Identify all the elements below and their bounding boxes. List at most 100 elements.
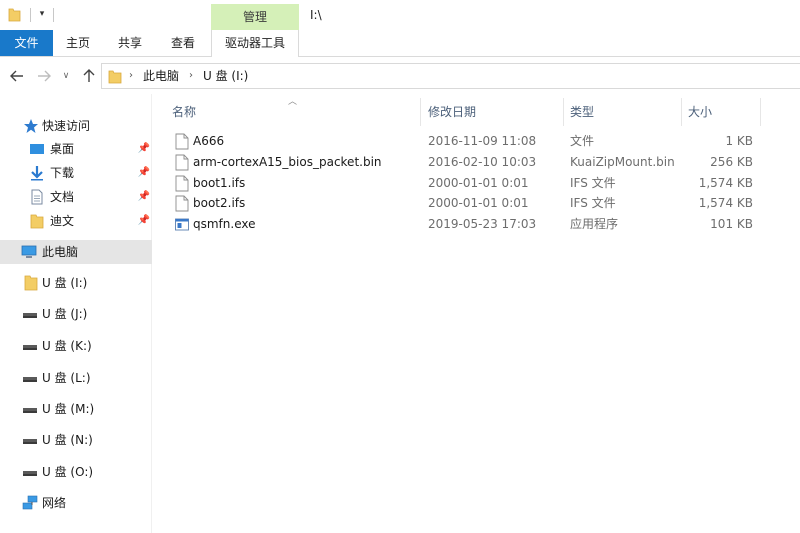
breadcrumb-current-drive[interactable]: U 盘 (I:) (203, 64, 248, 88)
drive-icon (23, 471, 37, 476)
file-name: A666 (193, 134, 225, 148)
folder-icon[interactable] (8, 7, 21, 22)
file-size: 101 KB (710, 217, 753, 231)
sidebar-item-downloads[interactable]: 下载 📌 (0, 161, 152, 185)
sidebar-item-quick-access[interactable]: 快速访问 (0, 114, 152, 138)
download-icon (31, 166, 43, 181)
breadcrumb-chevron-icon[interactable]: › (129, 64, 133, 88)
file-name: boot1.ifs (193, 176, 246, 190)
file-type: KuaiZipMount.bin (570, 155, 675, 169)
desktop-icon (30, 144, 44, 154)
sidebar-item-label: U 盘 (K:) (42, 339, 92, 353)
file-modified: 2019-05-23 17:03 (428, 217, 537, 231)
sidebar-item-drive-m[interactable]: U 盘 (M:) (0, 397, 152, 421)
sidebar-item-label: U 盘 (J:) (42, 307, 88, 321)
file-name: arm-cortexA15_bios_packet.bin (193, 155, 382, 169)
navigation-pane: 快速访问 桌面 📌 下载 📌 文档 📌 迪文 📌 此电脑 U 盘 (I:) U … (0, 94, 152, 533)
forward-arrow-icon[interactable] (35, 67, 53, 85)
file-name: qsmfn.exe (193, 217, 256, 231)
file-size: 1,574 KB (698, 176, 753, 190)
ribbon-tabs: 文件 主页 共享 查看 驱动器工具 (0, 30, 800, 57)
column-header-name[interactable]: 名称 (172, 94, 412, 128)
sidebar-item-desktop[interactable]: 桌面 📌 (0, 137, 152, 161)
sidebar-item-label: U 盘 (N:) (42, 433, 93, 447)
sidebar-item-drive-j[interactable]: U 盘 (J:) (0, 302, 152, 326)
sidebar-item-label: 文档 (50, 190, 75, 204)
file-type: 文件 (570, 134, 595, 148)
sidebar-item-documents[interactable]: 文档 📌 (0, 185, 152, 209)
sidebar-item-drive-o[interactable]: U 盘 (O:) (0, 460, 152, 484)
context-tab-header: 管理 (211, 4, 299, 30)
table-row[interactable]: qsmfn.exe 2019-05-23 17:03 应用程序 101 KB (167, 214, 787, 235)
breadcrumb-this-pc[interactable]: 此电脑 (143, 64, 179, 88)
sidebar-item-drive-i[interactable]: U 盘 (I:) (0, 271, 152, 295)
file-icon (175, 154, 189, 171)
drive-icon (23, 345, 37, 350)
sidebar-item-label: U 盘 (M:) (42, 402, 95, 416)
sidebar-item-label: 桌面 (50, 142, 75, 156)
sidebar-item-network[interactable]: 网络 (0, 491, 152, 515)
tab-file[interactable]: 文件 (0, 30, 53, 56)
title-bar: ▾ 管理 I:\ (0, 0, 800, 32)
exe-icon (175, 218, 189, 231)
pin-icon[interactable]: 📌 (137, 165, 151, 181)
tab-share[interactable]: 共享 (110, 30, 150, 56)
sidebar-item-label: 快速访问 (42, 119, 91, 133)
sidebar-item-drive-k[interactable]: U 盘 (K:) (0, 334, 152, 358)
sidebar-item-diwen[interactable]: 迪文 📌 (0, 209, 152, 233)
drive-icon (23, 313, 37, 318)
document-icon (31, 189, 43, 205)
network-icon (22, 495, 38, 510)
pin-icon[interactable]: 📌 (137, 141, 151, 157)
file-modified: 2000-01-01 0:01 (428, 176, 529, 190)
sidebar-item-label: U 盘 (O:) (42, 465, 94, 479)
quick-access-separator (53, 8, 54, 22)
address-bar[interactable]: › 此电脑 › U 盘 (I:) (101, 63, 800, 89)
sidebar-item-drive-l[interactable]: U 盘 (L:) (0, 366, 152, 390)
column-divider[interactable] (563, 98, 564, 126)
sidebar-item-label: U 盘 (L:) (42, 371, 91, 385)
column-header-modified[interactable]: 修改日期 (428, 94, 558, 128)
tab-home[interactable]: 主页 (58, 30, 98, 56)
file-modified: 2000-01-01 0:01 (428, 196, 529, 210)
column-header-type[interactable]: 类型 (570, 94, 680, 128)
window-title: I:\ (310, 8, 322, 22)
column-divider[interactable] (760, 98, 761, 126)
sidebar-item-drive-n[interactable]: U 盘 (N:) (0, 428, 152, 452)
column-header-size[interactable]: 大小 (688, 94, 758, 128)
table-row[interactable]: arm-cortexA15_bios_packet.bin 2016-02-10… (167, 152, 787, 173)
table-row[interactable]: boot2.ifs 2000-01-01 0:01 IFS 文件 1,574 K… (167, 193, 787, 214)
file-icon (175, 195, 189, 212)
drive-icon (23, 377, 37, 382)
quick-access-dropdown-icon[interactable]: ▾ (36, 6, 48, 22)
column-divider[interactable] (420, 98, 421, 126)
navigation-bar: ∨ › 此电脑 › U 盘 (I:) (0, 58, 800, 94)
table-row[interactable]: A666 2016-11-09 11:08 文件 1 KB (167, 131, 787, 152)
folder-icon (30, 214, 44, 229)
column-divider[interactable] (681, 98, 682, 126)
sidebar-item-this-pc[interactable]: 此电脑 (0, 240, 152, 264)
file-modified: 2016-11-09 11:08 (428, 134, 537, 148)
file-list: ︿ 名称 修改日期 类型 大小 A666 2016-11-09 11:08 文件… (153, 94, 800, 533)
file-type: IFS 文件 (570, 196, 616, 210)
file-size: 1 KB (725, 134, 753, 148)
sidebar-item-label: U 盘 (I:) (42, 276, 88, 290)
sidebar-item-label: 下载 (50, 166, 75, 180)
file-icon (175, 133, 189, 150)
tab-drive-tools[interactable]: 驱动器工具 (211, 30, 299, 57)
sidebar-item-label: 此电脑 (42, 245, 79, 259)
breadcrumb-chevron-icon[interactable]: › (189, 64, 193, 88)
up-arrow-icon[interactable] (80, 67, 98, 85)
pin-icon[interactable]: 📌 (137, 189, 151, 205)
pin-icon[interactable]: 📌 (137, 213, 151, 229)
sidebar-item-label: 迪文 (50, 214, 75, 228)
star-icon (24, 119, 38, 133)
recent-locations-chevron-icon[interactable]: ∨ (60, 67, 72, 85)
computer-icon (21, 245, 37, 258)
back-arrow-icon[interactable] (8, 67, 26, 85)
file-size: 256 KB (710, 155, 753, 169)
tab-view[interactable]: 查看 (163, 30, 203, 56)
table-row[interactable]: boot1.ifs 2000-01-01 0:01 IFS 文件 1,574 K… (167, 173, 787, 194)
drive-icon (23, 439, 37, 444)
file-icon (175, 175, 189, 192)
